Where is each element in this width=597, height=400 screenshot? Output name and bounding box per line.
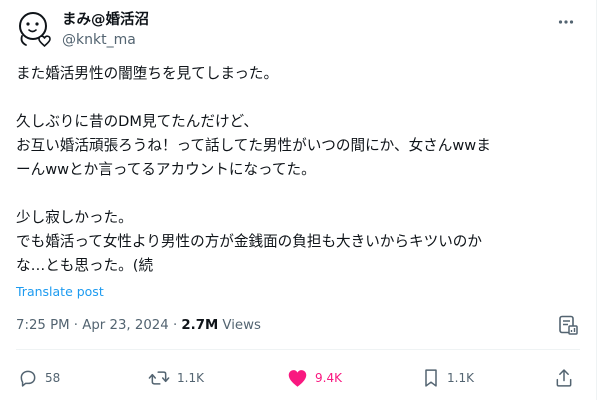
tweet-line: 少し寂しかった。 bbox=[16, 209, 133, 226]
post-date[interactable]: Apr 23, 2024 bbox=[82, 318, 168, 333]
share-icon bbox=[556, 369, 572, 387]
analytics-icon bbox=[559, 315, 578, 335]
bookmark-count: 1.1K bbox=[447, 371, 474, 385]
avatar[interactable] bbox=[14, 9, 54, 49]
tweet-card: まみ@婚活沼 @knkt_ma また婚活男性の闇堕ちを見てしまった。 久しぶりに… bbox=[0, 0, 597, 400]
meta-separator: · bbox=[69, 318, 83, 333]
tweet-meta: 7:25 PM · Apr 23, 2024 · 2.7M Views bbox=[16, 318, 261, 333]
meta-separator: · bbox=[168, 318, 182, 333]
reply-button[interactable]: 58 bbox=[18, 363, 60, 393]
more-options-button[interactable] bbox=[554, 10, 578, 34]
bookmark-icon bbox=[425, 369, 437, 387]
translate-post-link[interactable]: Translate post bbox=[16, 284, 104, 299]
views-label: Views bbox=[218, 318, 261, 333]
repost-count: 1.1K bbox=[177, 371, 204, 385]
repost-button[interactable]: 1.1K bbox=[148, 363, 204, 393]
tweet-text: また婚活男性の闇堕ちを見てしまった。 久しぶりに昔のDM見てたんだけど、 お互い… bbox=[16, 62, 586, 278]
repost-icon bbox=[148, 371, 170, 385]
like-button[interactable]: 9.4K bbox=[287, 363, 342, 393]
ellipsis-icon bbox=[558, 20, 574, 24]
bookmark-button[interactable]: 1.1K bbox=[422, 363, 474, 393]
reply-count: 58 bbox=[45, 371, 61, 385]
tweet-line: ーんwwとか言ってるアカウントになってた。 bbox=[16, 161, 316, 178]
tweet-line: お互い婚活頑張ろうね！って話してた男性がいつの間にか、女さんwwま bbox=[16, 137, 491, 154]
heart-filled-icon bbox=[288, 370, 307, 387]
tweet-line: 久しぶりに昔のDM見てたんだけど、 bbox=[16, 113, 259, 130]
action-bar: 58 1.1K 9.4K 1.1K bbox=[0, 363, 597, 393]
views-count: 2.7M bbox=[181, 318, 219, 333]
like-count: 9.4K bbox=[315, 371, 342, 385]
tweet-line: また婚活男性の闇堕ちを見てしまった。 bbox=[16, 65, 279, 82]
tweet-line: な…とも思った。(続 bbox=[16, 257, 154, 274]
post-time[interactable]: 7:25 PM bbox=[16, 318, 70, 333]
handle[interactable]: @knkt_ma bbox=[62, 31, 136, 49]
reply-icon bbox=[20, 370, 36, 387]
display-name[interactable]: まみ@婚活沼 bbox=[62, 11, 149, 29]
view-analytics-button[interactable] bbox=[557, 314, 579, 336]
cartoon-face-heart-icon bbox=[19, 12, 51, 47]
share-button[interactable] bbox=[554, 363, 574, 393]
divider bbox=[16, 349, 580, 350]
tweet-line: でも婚活って女性より男性の方が金銭面の負担も大きいからキツいのか bbox=[16, 233, 482, 250]
